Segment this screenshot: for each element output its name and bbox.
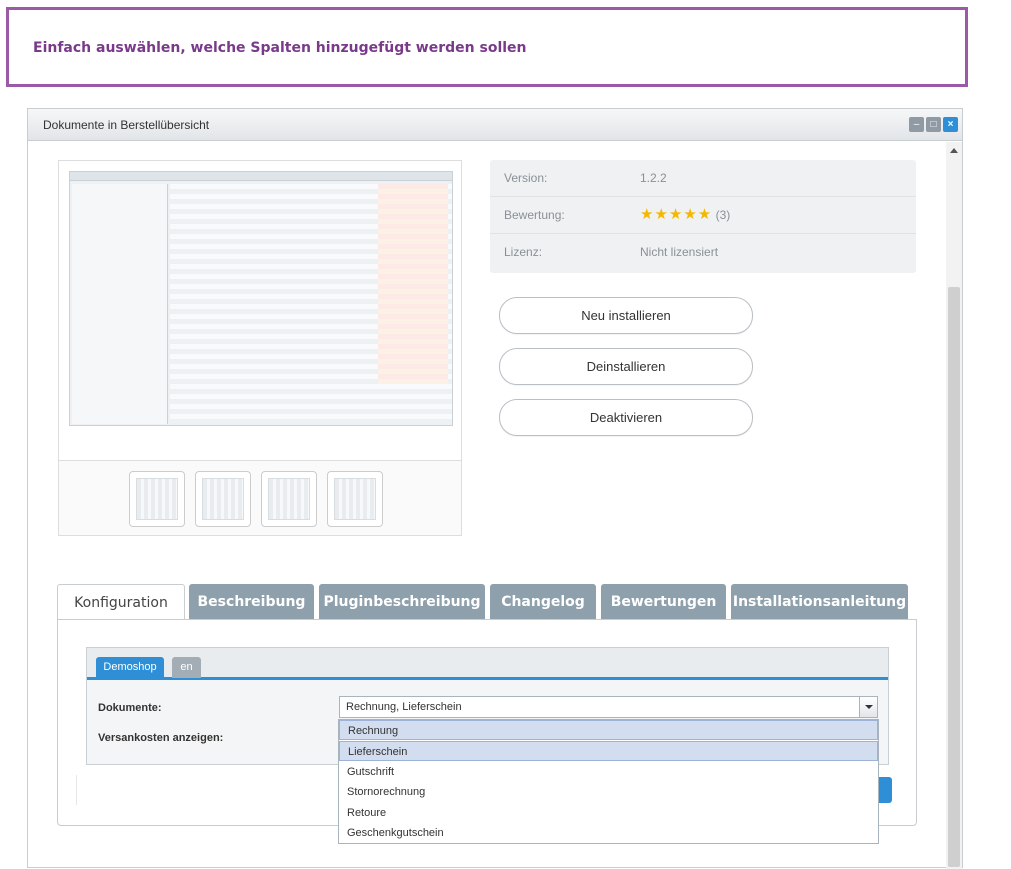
info-banner: Einfach auswählen, welche Spalten hinzug… xyxy=(6,7,968,87)
thumbnail[interactable] xyxy=(327,471,383,527)
preview-thumbnails xyxy=(129,471,383,527)
star-icon: ★★★★★ xyxy=(640,206,713,223)
thumbnail[interactable] xyxy=(129,471,185,527)
license-row: Lizenz: Nicht lizensiert xyxy=(490,234,916,271)
rating-label: Bewertung: xyxy=(504,208,565,222)
version-label: Version: xyxy=(504,171,548,185)
license-value: Nicht lizensiert xyxy=(640,245,719,259)
thumbnail[interactable] xyxy=(261,471,317,527)
tab-demoshop[interactable]: Demoshop xyxy=(96,657,164,678)
version-row: Version: 1.2.2 xyxy=(490,160,916,197)
window-controls: – □ × xyxy=(909,117,958,132)
tab-beschreibung[interactable]: Beschreibung xyxy=(189,584,314,620)
deactivate-button[interactable]: Deaktivieren xyxy=(499,399,753,436)
rating-value: ★★★★★ (3) xyxy=(640,205,730,223)
scroll-up-icon[interactable] xyxy=(950,148,958,153)
tab-changelog[interactable]: Changelog xyxy=(490,584,596,620)
documents-label: Dokumente: xyxy=(98,702,162,714)
minimize-icon[interactable]: – xyxy=(909,117,924,132)
documents-select[interactable]: Rechnung, Lieferschein xyxy=(339,696,878,718)
chevron-down-icon[interactable] xyxy=(859,697,877,717)
documents-value: Rechnung, Lieferschein xyxy=(346,701,462,713)
version-value: 1.2.2 xyxy=(640,171,667,185)
shop-tabs: Demoshop en xyxy=(87,648,888,680)
tab-bewertungen[interactable]: Bewertungen xyxy=(601,584,726,620)
option-geschenkgutschein[interactable]: Geschenkgutschein xyxy=(339,823,878,843)
window-titlebar[interactable]: Dokumente in Berstellübersicht – □ × xyxy=(28,109,962,141)
maximize-icon[interactable]: □ xyxy=(926,117,941,132)
rating-row: Bewertung: ★★★★★ (3) xyxy=(490,197,916,234)
license-label: Lizenz: xyxy=(504,245,543,259)
option-stornorechnung[interactable]: Stornorechnung xyxy=(339,782,878,802)
option-lieferschein[interactable]: Lieferschein xyxy=(339,741,878,761)
banner-text: Einfach auswählen, welche Spalten hinzug… xyxy=(33,40,527,56)
rating-count: (3) xyxy=(715,208,731,222)
scroll-thumb[interactable] xyxy=(948,287,960,867)
shipping-label: Versankosten anzeigen: xyxy=(98,732,224,744)
preview-image[interactable] xyxy=(59,161,461,461)
vertical-scrollbar[interactable] xyxy=(946,142,962,869)
uninstall-button[interactable]: Deinstallieren xyxy=(499,348,753,385)
option-rechnung[interactable]: Rechnung xyxy=(339,720,878,740)
preview-screenshot xyxy=(69,171,453,426)
install-button[interactable]: Neu installieren xyxy=(499,297,753,334)
close-icon[interactable]: × xyxy=(943,117,958,132)
plugin-preview xyxy=(58,160,462,536)
documents-dropdown: Rechnung Lieferschein Gutschrift Stornor… xyxy=(338,719,879,844)
window-title: Dokumente in Berstellübersicht xyxy=(43,118,210,132)
tab-pluginbeschreibung[interactable]: Pluginbeschreibung xyxy=(319,584,485,620)
tab-installationsanleitung[interactable]: Installationsanleitung xyxy=(731,584,908,620)
plugin-info-panel: Version: 1.2.2 Bewertung: ★★★★★ (3) Lize… xyxy=(490,160,916,273)
thumbnail[interactable] xyxy=(195,471,251,527)
tab-konfiguration[interactable]: Konfiguration xyxy=(57,584,185,621)
option-gutschrift[interactable]: Gutschrift xyxy=(339,762,878,782)
option-retoure[interactable]: Retoure xyxy=(339,803,878,823)
divider xyxy=(76,775,77,805)
tab-en[interactable]: en xyxy=(172,657,201,678)
